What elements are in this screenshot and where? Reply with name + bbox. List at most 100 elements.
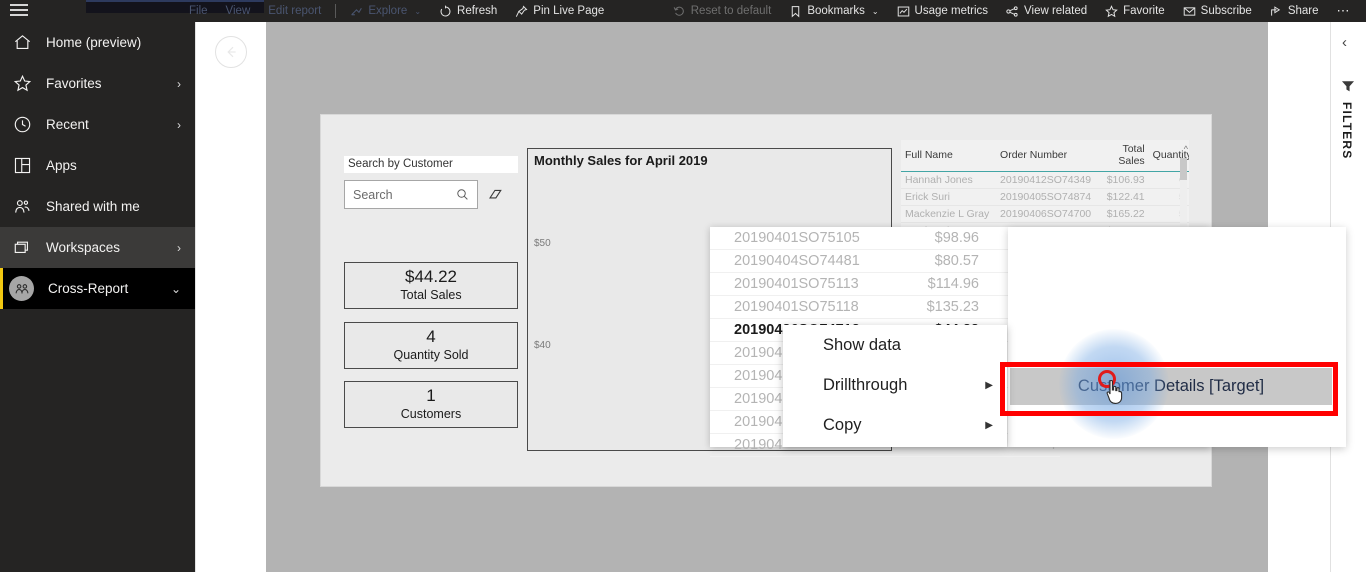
toolbar-more-options-button[interactable]: ⋯ [1328,3,1361,19]
toolbar-item-label: File [189,5,208,17]
toolbar-item-favorite[interactable]: Favorite [1096,0,1174,22]
kpi-card-total-sales[interactable]: $44.22 Total Sales [344,262,518,309]
context-menu-item-copy[interactable]: Copy ▶ [783,405,1007,445]
submenu-arrow-icon: ▶ [985,379,993,391]
cell-total-sales: $165.22 [1091,205,1149,223]
usage-metrics-icon [897,5,910,18]
search-input[interactable]: Search [344,180,478,209]
back-button[interactable] [215,36,247,68]
reset-icon [673,5,686,18]
table-column-header[interactable]: Full Name [901,140,997,172]
cell-total-sales: $122.41 [1091,188,1149,206]
star-icon [1105,4,1118,18]
envelope-icon [1183,5,1196,18]
cell-order-number: 20190412SO74349 [996,171,1091,189]
cell-order-number: 20190405SO74874 [996,188,1091,206]
toolbar-item-explore[interactable]: Explore ⌄ [341,0,430,22]
toolbar-item-label: Pin Live Page [533,5,605,17]
toolbar-item-refresh[interactable]: Refresh [430,0,506,22]
eraser-icon[interactable] [488,187,503,202]
submenu-arrow-icon: ▶ [985,419,993,431]
table-row[interactable]: Mackenzie L Gray 20190406SO74700 $165.22… [901,205,1189,223]
toolbar-divider [335,4,337,18]
toolbar-item-reset-to-default[interactable]: Reset to default [664,0,781,22]
sidebar-item-shared-with-me[interactable]: Shared with me [0,186,195,227]
overlay-order-number: 20190401SO75105 [734,230,860,246]
sidebar-item-recent[interactable]: Recent › [0,104,195,145]
search-icon [456,188,469,201]
sidebar-item-label: Cross-Report [48,281,129,296]
kpi-value: 1 [426,386,436,405]
sidebar-item-apps[interactable]: Apps [0,145,195,186]
kpi-value: $44.22 [405,267,457,286]
toolbar-item-pin-live-page[interactable]: Pin Live Page [506,0,613,22]
toolbar-item-label: Favorite [1123,5,1165,17]
toolbar-item-edit-report[interactable]: Edit report [259,0,330,22]
table-head: Full Name Order Number Total Sales Quant… [901,140,1189,172]
cell-full-name: Erick Suri [901,188,997,206]
context-menu: Show data Drillthrough ▶ Copy ▶ [783,325,1007,447]
sidebar-item-label: Favorites [46,76,102,91]
toolbar-item-file[interactable]: File [180,0,217,22]
toolbar-item-label: Share [1287,5,1319,17]
kpi-label: Total Sales [400,288,462,302]
toolbar-right-items: Reset to default Bookmarks ⌄ Usage metri… [664,0,1360,22]
sidebar-item-cross-report[interactable]: Cross-Report ⌄ [0,268,195,309]
left-navigation-sidebar: Home (preview) Favorites › Recent › Apps [0,22,195,572]
apps-icon [12,156,32,176]
sidebar-item-workspaces[interactable]: Workspaces › [0,227,195,268]
context-menu-label: Copy [823,415,862,434]
table-row[interactable]: Erick Suri 20190405SO74874 $122.41 5 [901,188,1189,206]
toolbar-item-label: Bookmarks [807,5,865,17]
submenu-item-customer-details-target[interactable]: Customer Details [Target] [1010,368,1332,405]
kpi-card-customers[interactable]: 1 Customers [344,381,518,428]
filters-label: FILTERS [1340,102,1354,160]
report-stage: Search by Customer Search $44.22 Total S… [195,22,1366,572]
toolbar-item-subscribe[interactable]: Subscribe [1174,0,1261,22]
kpi-label: Customers [400,407,462,421]
slicer-row: Search [344,180,518,209]
collapse-filters-button[interactable]: ‹ [1342,34,1347,51]
sidebar-item-home[interactable]: Home (preview) [0,22,195,63]
toolbar-item-view[interactable]: View [217,0,260,22]
context-menu-item-drillthrough[interactable]: Drillthrough ▶ [783,365,1007,405]
toolbar-item-label: View [225,5,251,17]
toolbar-item-label: Subscribe [1200,5,1252,17]
overlay-order-number: 20190401SO75118 [734,299,859,315]
cell-full-name: Mackenzie L Gray [901,205,997,223]
view-related-icon [1006,5,1019,18]
slicer-title: Search by Customer [344,156,518,173]
workspace-avatar-icon [9,276,34,301]
toolbar-item-view-related[interactable]: View related [997,0,1096,22]
context-menu-label: Show data [823,335,901,354]
cell-full-name: Hannah Jones [901,171,997,189]
overlay-total-sales: $114.96 [927,276,979,292]
app-root: File View Edit report Explore ⌄ Refresh [0,0,1366,572]
toolbar-item-label: Reset to default [690,5,772,17]
context-menu-item-show-data[interactable]: Show data [783,325,1007,365]
kpi-card-quantity-sold[interactable]: 4 Quantity Sold [344,322,518,369]
overlay-order-number: 20190404SO74481 [734,253,860,269]
table-column-header[interactable]: Total Sales [1091,140,1149,172]
overlay-total-sales: $98.96 [934,230,979,246]
chart-title: Monthly Sales for April 2019 [534,153,708,168]
hamburger-menu-icon[interactable] [10,1,32,19]
chevron-right-icon: › [177,117,181,132]
star-icon [12,74,32,94]
customer-search-slicer: Search by Customer Search [344,156,518,209]
toolbar-item-bookmarks[interactable]: Bookmarks ⌄ [780,0,887,22]
table-column-header[interactable]: Order Number [996,140,1092,172]
toolbar-item-share[interactable]: Share [1261,0,1328,22]
context-menu-label: Drillthrough [823,375,908,394]
workspaces-icon [12,238,32,258]
toolbar-item-usage-metrics[interactable]: Usage metrics [888,0,998,22]
table-header-row: Full Name Order Number Total Sales Quant… [901,140,1189,172]
pin-icon [515,5,528,18]
sidebar-item-favorites[interactable]: Favorites › [0,63,195,104]
top-toolbar: File View Edit report Explore ⌄ Refresh [0,0,1366,22]
chart-y-tick: $50 [534,238,551,249]
bookmark-icon [789,5,802,18]
filter-funnel-icon[interactable] [1341,79,1355,93]
table-row[interactable]: Hannah Jones 20190412SO74349 $106.93 6 [901,171,1189,189]
stage-left-divider [195,22,196,572]
